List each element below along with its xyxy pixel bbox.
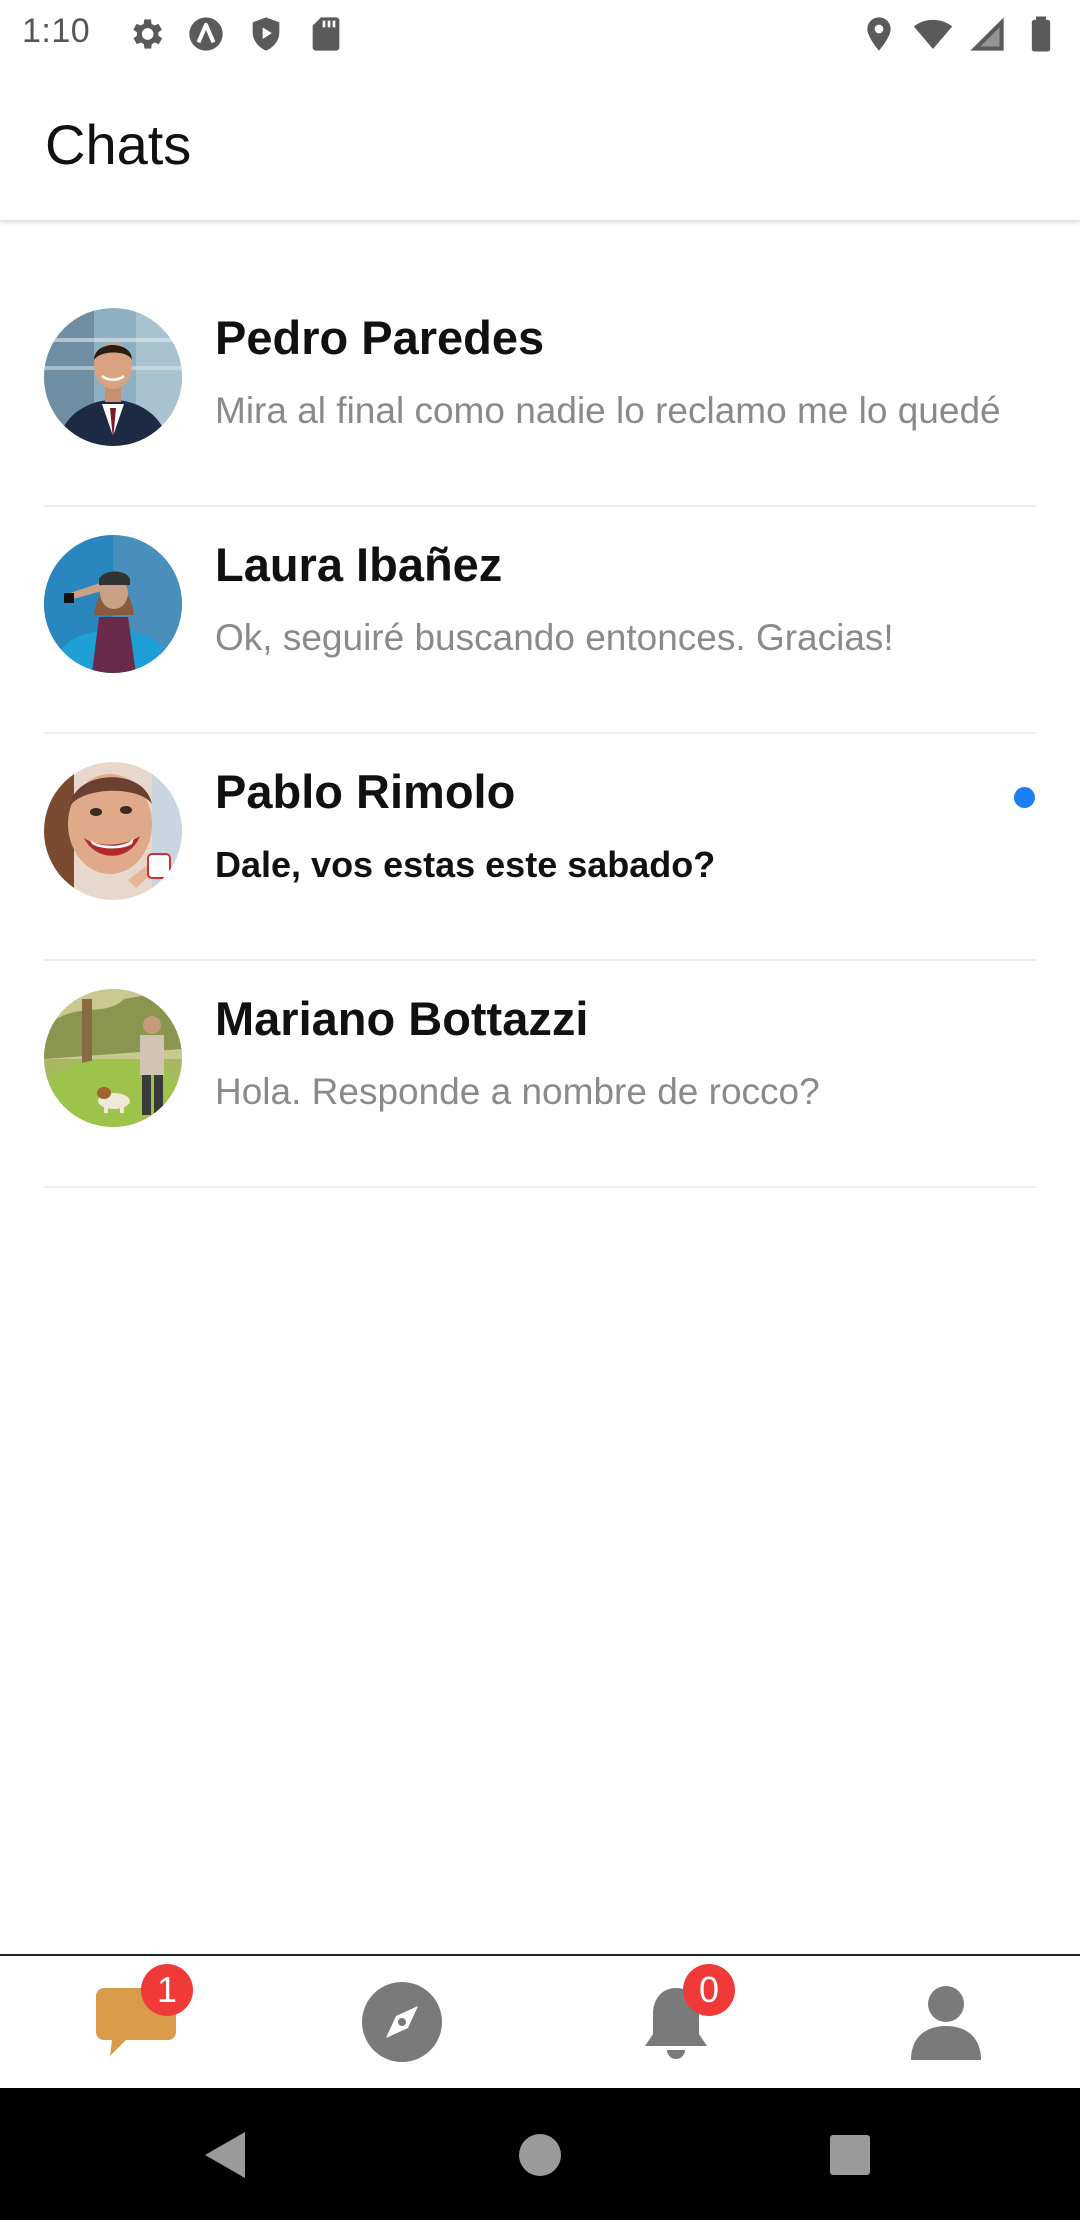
cell-signal-icon (970, 17, 1004, 51)
chat-name: Laura Ibañez (215, 538, 503, 591)
divider (44, 1186, 1036, 1188)
wifi-icon (913, 19, 953, 49)
status-right-icons (858, 14, 1062, 54)
nav-badge: 1 (141, 1964, 193, 2016)
chat-preview: Mira al final como nadie lo reclamo me l… (215, 390, 1001, 431)
nav-badge: 0 (683, 1964, 735, 2016)
avatar[interactable] (44, 535, 182, 673)
back-icon[interactable] (205, 2132, 245, 2178)
bottom-nav: 1 0 (0, 1954, 1080, 2090)
chats-screen: 1:10 Chats Pedro Paredes Mira al final c… (0, 0, 1080, 2220)
chat-item-pablo-rimolo[interactable]: Pablo Rimolo Dale, vos estas este sabado… (0, 734, 1080, 961)
status-bar: 1:10 (0, 0, 1080, 66)
status-left-icons (125, 14, 347, 54)
chat-item-laura-ibanez[interactable]: Laura Ibañez Ok, seguiré buscando entonc… (0, 507, 1080, 734)
nav-item-profile[interactable] (810, 1956, 1080, 2090)
avatar[interactable] (44, 308, 182, 446)
app-bar: Chats (0, 66, 1080, 221)
compass-icon (362, 1982, 442, 2062)
chat-preview: Hola. Responde a nombre de rocco? (215, 1071, 820, 1112)
chat-preview: Ok, seguiré buscando entonces. Gracias! (215, 617, 894, 658)
status-time: 1:10 (22, 12, 91, 50)
battery-icon (1031, 16, 1051, 52)
shield-play-icon (252, 17, 280, 51)
avatar[interactable] (44, 762, 182, 900)
avatar-photo (44, 762, 182, 900)
avatar-photo (44, 308, 182, 446)
nav-item-explore[interactable] (270, 1956, 540, 2090)
settings-icon (133, 19, 163, 49)
avatar-photo (44, 989, 182, 1127)
location-icon (867, 17, 891, 51)
chat-item-pedro-paredes[interactable]: Pedro Paredes Mira al final como nadie l… (0, 280, 1080, 507)
avatar[interactable] (44, 989, 182, 1127)
chat-name: Mariano Bottazzi (215, 992, 589, 1045)
system-nav-bar (0, 2088, 1080, 2220)
nav-item-chats[interactable]: 1 (0, 1956, 270, 2090)
avatar-photo (44, 535, 182, 673)
chat-list: Pedro Paredes Mira al final como nadie l… (0, 280, 1080, 1188)
nav-item-notifications[interactable]: 0 (540, 1956, 810, 2090)
app-a-icon (189, 17, 223, 51)
unread-dot (1014, 787, 1035, 808)
sd-card-icon (312, 17, 340, 51)
chat-item-mariano-bottazzi[interactable]: Mariano Bottazzi Hola. Responde a nombre… (0, 961, 1080, 1188)
page-title: Chats (45, 113, 192, 176)
home-icon[interactable] (519, 2134, 561, 2176)
recents-icon[interactable] (830, 2135, 870, 2175)
chat-name: Pedro Paredes (215, 311, 545, 364)
chat-name: Pablo Rimolo (215, 765, 516, 818)
chat-preview: Dale, vos estas este sabado? (215, 844, 716, 885)
profile-icon (911, 1986, 981, 2060)
